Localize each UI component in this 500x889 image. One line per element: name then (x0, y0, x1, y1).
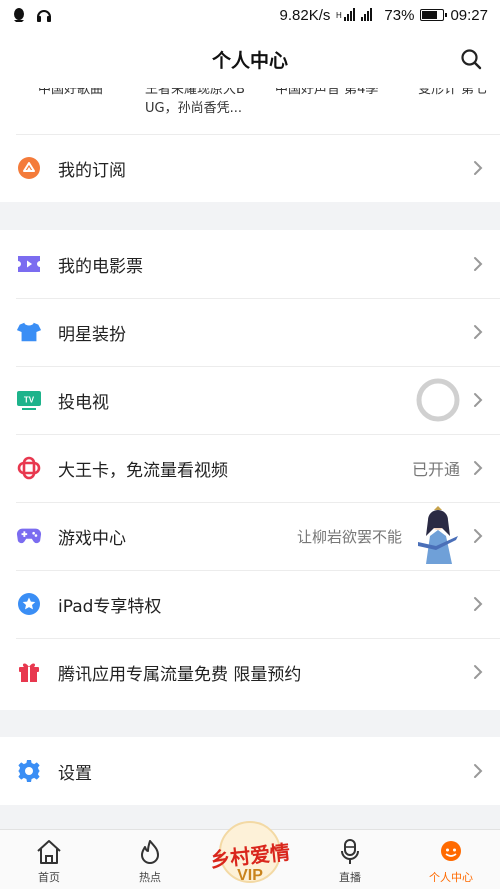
clock: 09:27 (450, 6, 488, 24)
king-card-status: 已开通 (411, 460, 460, 479)
battery-icon (420, 9, 448, 21)
chevron-right-icon (474, 161, 483, 175)
menu-item-star-outfit[interactable]: 明星装扮 (0, 298, 500, 366)
nav-bar: 个人中心 (0, 30, 500, 88)
profile-icon (441, 841, 461, 861)
qq-icon (14, 8, 24, 22)
settings-label: 设置 (58, 763, 92, 784)
history-item[interactable]: 王者荣耀现原大B UG，孙尚香凭... (145, 88, 270, 118)
settings-row[interactable]: 设置 (0, 737, 500, 805)
menu-item-label: 大王卡，免流量看视频 (58, 460, 228, 481)
network-speed: 9.82K/s (279, 6, 331, 24)
tv-icon: TV (16, 387, 42, 413)
signal-icon: H (336, 8, 373, 21)
battery-percent: 73% (384, 6, 415, 24)
tab-label: 个人中心 (429, 871, 473, 884)
menu-item-label: 腾讯应用专属流量免费 限量预约 (58, 664, 302, 685)
tab-live[interactable]: 直播 (315, 830, 385, 889)
settings-section: 设置 (0, 737, 500, 805)
tab-vip[interactable]: 乡村爱情 VIP (198, 821, 302, 889)
search-icon[interactable] (460, 48, 482, 70)
menu-item-free-data[interactable]: 腾讯应用专属流量免费 限量预约 (0, 638, 500, 706)
menu-item-ipad-privileges[interactable]: iPad专享特权 (0, 570, 500, 638)
menu-section: 我的电影票 明星装扮 TV 投电视 大王卡，免流量看视频 已开通 游戏中心 让柳… (0, 230, 500, 710)
menu-item-label: 我的电影票 (58, 256, 143, 277)
home-icon (37, 840, 61, 864)
loading-spinner-icon (416, 378, 460, 422)
menu-item-movie-tickets[interactable]: 我的电影票 (0, 230, 500, 298)
knot-icon (16, 455, 42, 481)
tshirt-icon (16, 319, 42, 345)
chevron-right-icon (474, 393, 483, 407)
chevron-right-icon (474, 665, 483, 679)
status-bar: 9.82K/s H 73% 09:27 (0, 0, 500, 30)
chevron-right-icon (474, 257, 483, 271)
menu-item-label: iPad专享特权 (58, 596, 162, 617)
tab-label: 热点 (139, 871, 161, 884)
tab-hot[interactable]: 热点 (115, 830, 185, 889)
microphone-icon (341, 839, 359, 864)
gear-icon (16, 758, 42, 784)
subscription-row[interactable]: 我的订阅 (0, 134, 500, 202)
game-promo-text: 让柳岩欲罢不能 (296, 527, 402, 546)
chevron-right-icon (474, 461, 483, 475)
chevron-right-icon (474, 529, 483, 543)
star-badge-icon (16, 591, 42, 617)
gift-icon (16, 659, 42, 685)
flame-icon (141, 840, 159, 864)
svg-text:H: H (336, 11, 342, 20)
game-character-image (412, 506, 464, 566)
subscription-label: 我的订阅 (58, 160, 126, 181)
menu-item-label: 投电视 (58, 392, 109, 413)
tab-label: VIP (237, 867, 263, 884)
chevron-right-icon (474, 597, 483, 611)
tab-label: 首页 (38, 871, 60, 884)
history-item[interactable]: 变形计 第七 (418, 88, 500, 99)
page-title: 个人中心 (211, 49, 288, 72)
headphones-icon (37, 10, 51, 22)
ticket-icon (16, 251, 42, 277)
chevron-right-icon (474, 325, 483, 339)
menu-item-label: 游戏中心 (58, 528, 126, 549)
subscription-section: 我的订阅 (0, 134, 500, 202)
chevron-right-icon (474, 764, 483, 778)
menu-item-cast-tv[interactable]: TV 投电视 (0, 366, 500, 434)
bottom-tab-bar: 首页 热点 乡村爱情 VIP 直播 个人中心 (0, 821, 500, 889)
subscription-icon (16, 155, 42, 181)
history-item[interactable]: 中国好声音 第4季 (275, 88, 400, 99)
menu-item-game-center[interactable]: 游戏中心 让柳岩欲罢不能 (0, 502, 500, 570)
tab-label: 直播 (339, 871, 361, 884)
menu-item-king-card[interactable]: 大王卡，免流量看视频 已开通 (0, 434, 500, 502)
gamepad-icon (16, 523, 42, 549)
menu-item-label: 明星装扮 (58, 324, 126, 345)
tab-profile[interactable]: 个人中心 (416, 830, 486, 889)
watch-history-strip: 中国好歌曲 王者荣耀现原大B UG，孙尚香凭... 中国好声音 第4季 变形计 … (0, 88, 500, 134)
tab-home[interactable]: 首页 (14, 830, 84, 889)
svg-text:TV: TV (24, 396, 35, 405)
